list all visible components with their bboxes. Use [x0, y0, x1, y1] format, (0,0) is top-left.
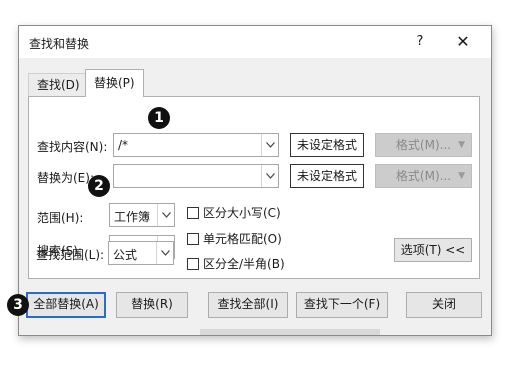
- match-case-checkbox[interactable]: 区分大小写(C): [187, 204, 281, 220]
- match-byte-checkbox[interactable]: 区分全/半角(B): [187, 255, 285, 271]
- replace-format-label: 格式(M)...: [395, 169, 452, 183]
- scope-select[interactable]: 工作簿: [109, 203, 175, 227]
- look-in-label: 查找范围(L):: [36, 248, 105, 262]
- callout-badge-2: 2: [88, 175, 110, 197]
- find-format-label: 格式(M)...: [395, 138, 452, 152]
- match-byte-label: 区分全/半角(B): [203, 257, 285, 271]
- chevron-down-icon[interactable]: [156, 242, 173, 264]
- find-next-button[interactable]: 查找下一个(F): [296, 292, 388, 318]
- find-format-button[interactable]: 格式(M)... ▼: [375, 133, 472, 157]
- caret-down-icon: ▼: [458, 140, 465, 150]
- find-what-label: 查找内容(N):: [37, 140, 108, 154]
- help-button[interactable]: ?: [408, 31, 432, 53]
- find-what-input[interactable]: /*: [113, 133, 279, 157]
- dialog-title: 查找和替换: [29, 37, 90, 51]
- chevron-down-icon[interactable]: [261, 134, 278, 156]
- tab-replace[interactable]: 替换(P): [85, 69, 144, 97]
- checkbox-icon[interactable]: [187, 207, 199, 219]
- match-entire-cell-label: 单元格匹配(O): [203, 232, 282, 246]
- checkbox-icon[interactable]: [187, 233, 199, 245]
- find-format-status-button[interactable]: 未设定格式: [290, 133, 364, 157]
- checkbox-icon[interactable]: [187, 258, 199, 270]
- replace-with-label: 替换为(E):: [37, 171, 94, 185]
- chevron-down-icon[interactable]: [261, 165, 278, 187]
- match-case-label: 区分大小写(C): [203, 206, 281, 220]
- close-icon[interactable]: ✕: [451, 31, 475, 53]
- look-in-select[interactable]: 公式: [108, 241, 174, 265]
- title-bar: 查找和替换 ? ✕: [19, 26, 491, 58]
- tab-find[interactable]: 查找(D): [28, 73, 89, 96]
- options-toggle-button[interactable]: 选项(T) <<: [394, 238, 472, 262]
- find-all-button[interactable]: 查找全部(I): [208, 292, 288, 318]
- scope-value: 工作簿: [114, 210, 151, 224]
- replace-with-input[interactable]: [113, 164, 279, 188]
- scope-label: 范围(H):: [37, 211, 84, 225]
- replace-all-button[interactable]: 全部替换(A): [26, 292, 106, 318]
- replace-format-button[interactable]: 格式(M)... ▼: [375, 164, 472, 188]
- callout-badge-1: 1: [148, 107, 170, 129]
- close-button[interactable]: 关闭: [406, 292, 482, 318]
- callout-badge-3: 3: [7, 294, 29, 316]
- look-in-value: 公式: [113, 248, 138, 262]
- match-entire-cell-checkbox[interactable]: 单元格匹配(O): [187, 230, 282, 246]
- replace-button[interactable]: 替换(R): [116, 292, 188, 318]
- find-what-value: /*: [118, 138, 129, 152]
- background-strip: [200, 329, 380, 335]
- chevron-down-icon[interactable]: [157, 204, 174, 226]
- replace-format-status-button[interactable]: 未设定格式: [290, 164, 364, 188]
- caret-down-icon: ▼: [458, 171, 465, 181]
